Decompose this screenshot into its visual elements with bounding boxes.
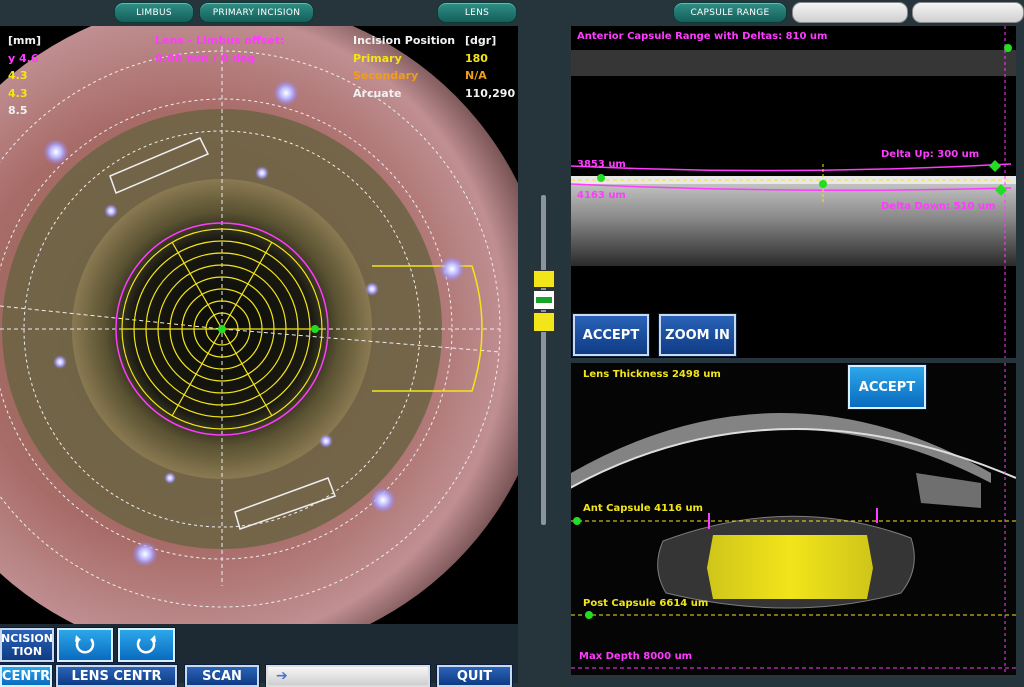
lens-thickness-label: Lens Thickness 2498 um	[583, 369, 721, 380]
post-capsule-label: Post Capsule 6614 um	[583, 598, 709, 609]
tab-limbus[interactable]: LIMBUS	[114, 2, 194, 23]
eye-image	[0, 26, 518, 624]
rotate-cw-button[interactable]	[118, 628, 175, 662]
tab-primary-incision[interactable]: PRIMARY INCISION	[199, 2, 314, 23]
focus-slider-handle[interactable]	[533, 270, 555, 332]
lens-accept-button[interactable]: ACCEPT	[848, 365, 926, 409]
primary-label: Primary	[353, 52, 402, 65]
rotate-ccw-icon	[75, 635, 95, 654]
mm-value-2: 4.3	[8, 69, 28, 82]
blank-action-button[interactable]: ➔	[266, 665, 430, 687]
centr-button[interactable]: CENTR	[0, 665, 52, 687]
tab-blank-1[interactable]	[792, 2, 908, 23]
incision-button-line2: TION	[11, 645, 43, 658]
dgr-header: [dgr]	[465, 34, 497, 47]
scan-button[interactable]: SCAN	[185, 665, 259, 687]
mm-value-3: 4.3	[8, 87, 28, 100]
tab-blank-2[interactable]	[912, 2, 1024, 23]
zoom-in-button[interactable]: ZOOM IN	[659, 314, 736, 356]
offset-value: 0.00 mm / 0 deg	[155, 52, 256, 65]
quit-button[interactable]: QUIT	[437, 665, 512, 687]
primary-value: 180	[465, 52, 488, 65]
mm-value-1: y 4.6	[8, 52, 39, 65]
arcuate-value: 110,290	[465, 87, 516, 100]
incision-header: Incision Position	[353, 34, 456, 47]
capsule-title: Anterior Capsule Range with Deltas: 810 …	[577, 31, 828, 42]
depth-lower-label: 4163 um	[577, 190, 626, 201]
incision-button-line1: NCISION	[1, 632, 53, 645]
tab-lens[interactable]: LENS	[437, 2, 517, 23]
arcuate-label: Arcuate	[353, 87, 402, 100]
capsule-accept-button[interactable]: ACCEPT	[573, 314, 649, 356]
lens-thickness-panel[interactable]: Lens Thickness 2498 um Ant Capsule 4116 …	[571, 363, 1016, 675]
focus-slider-track[interactable]	[541, 195, 546, 525]
lens-oct-scan	[571, 363, 1016, 675]
lens-centr-button[interactable]: LENS CENTR	[56, 665, 177, 687]
secondary-label: Secondary	[353, 69, 419, 82]
tab-capsule-range[interactable]: CAPSULE RANGE	[673, 2, 787, 23]
mm-value-4: 8.5	[8, 104, 28, 117]
offset-title: Lens - Limbus offset:	[155, 34, 285, 47]
mm-header: [mm]	[8, 34, 41, 47]
secondary-value: N/A	[465, 69, 487, 82]
capsule-oct-scan	[571, 26, 1016, 358]
ant-capsule-label: Ant Capsule 4116 um	[583, 503, 703, 514]
delta-down-label: Delta Down: 510 um	[881, 201, 996, 212]
max-depth-label: Max Depth 8000 um	[579, 651, 693, 662]
rotate-cw-icon	[136, 635, 156, 654]
incision-position-button[interactable]: NCISION TION	[0, 628, 54, 662]
depth-upper-label: 3853 um	[577, 159, 626, 170]
rotate-ccw-button[interactable]	[57, 628, 113, 662]
arrow-right-icon: ➔	[276, 668, 288, 684]
capsule-range-panel[interactable]: Anterior Capsule Range with Deltas: 810 …	[571, 26, 1016, 358]
eye-camera-view[interactable]: [mm] y 4.6 4.3 4.3 8.5 Lens - Limbus off…	[0, 26, 518, 624]
delta-up-label: Delta Up: 300 um	[881, 149, 980, 160]
